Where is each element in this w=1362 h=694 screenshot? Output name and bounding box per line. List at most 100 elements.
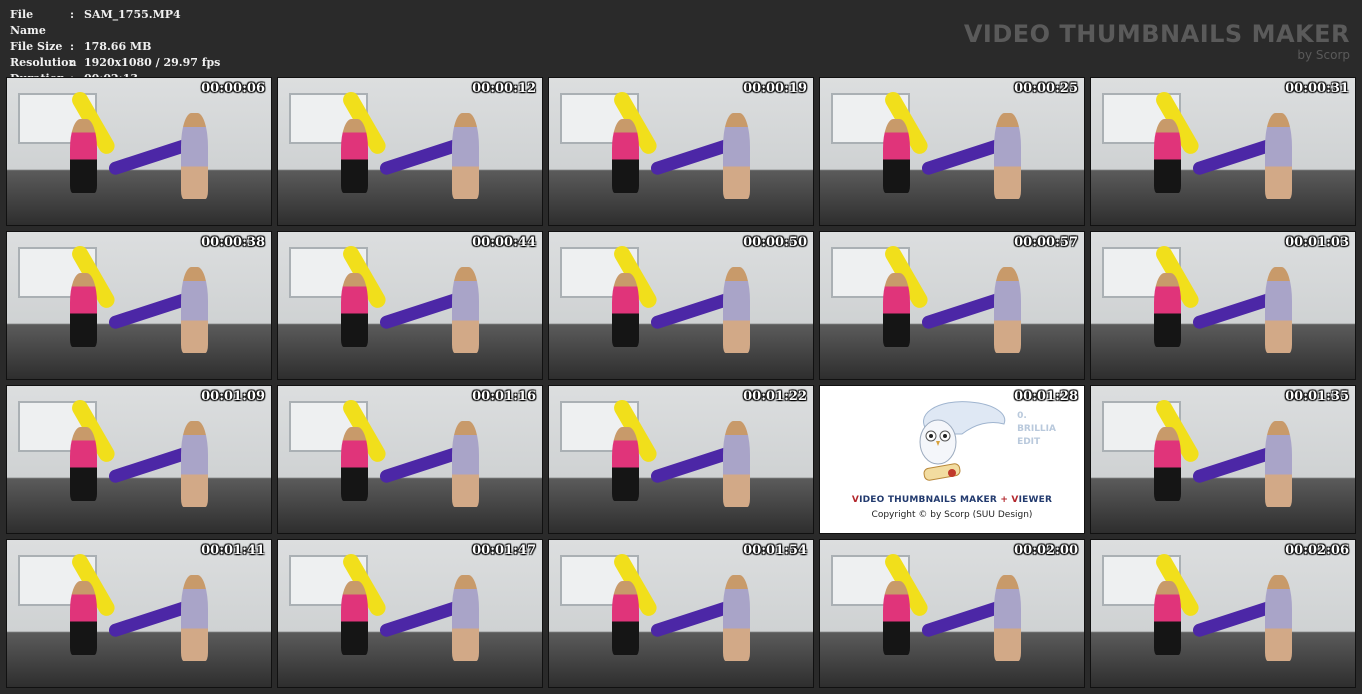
timestamp: 00:01:16 bbox=[472, 389, 536, 404]
file-size-value: 178.66 MB bbox=[84, 40, 152, 53]
person-left bbox=[70, 427, 97, 501]
owl-logo-icon bbox=[919, 401, 1006, 481]
logo-title: VIDEO THUMBNAILS MAKER + VIEWER bbox=[820, 495, 1084, 505]
logo-title-rest2: IEWER bbox=[1018, 495, 1053, 505]
timestamp: 00:02:06 bbox=[1285, 543, 1349, 558]
person-left bbox=[341, 427, 368, 501]
thumbnail[interactable]: 00:02:00 bbox=[819, 539, 1085, 688]
timestamp: 00:00:31 bbox=[1285, 81, 1349, 96]
brand-title: VIDEO THUMBNAILS MAKER bbox=[963, 20, 1350, 48]
thumbnail[interactable]: 00:01:09 bbox=[6, 385, 272, 534]
side-line-1: 0. bbox=[1017, 411, 1027, 421]
person-right bbox=[723, 421, 750, 507]
thumbnail[interactable]: 00:01:47 bbox=[277, 539, 543, 688]
timestamp: 00:01:03 bbox=[1285, 235, 1349, 250]
person-left bbox=[70, 273, 97, 347]
timestamp: 00:01:22 bbox=[743, 389, 807, 404]
person-right bbox=[994, 113, 1021, 199]
timestamp: 00:00:06 bbox=[201, 81, 265, 96]
person-left bbox=[1154, 427, 1181, 501]
person-left bbox=[883, 273, 910, 347]
person-left bbox=[612, 273, 639, 347]
file-size-sep: : bbox=[70, 40, 75, 53]
thumbnail[interactable]: 00:01:41 bbox=[6, 539, 272, 688]
logo-copyright: Copyright © by Scorp (SUU Design) bbox=[871, 510, 1033, 520]
logo-title-v2: V bbox=[1011, 495, 1019, 505]
thumbnail[interactable]: 00:00:06 bbox=[6, 77, 272, 226]
person-right bbox=[181, 113, 208, 199]
resolution-sep: : bbox=[70, 56, 75, 69]
timestamp: 00:01:41 bbox=[201, 543, 265, 558]
brand-subtitle: by Scorp bbox=[1297, 48, 1350, 62]
person-right bbox=[994, 267, 1021, 353]
timestamp: 00:02:00 bbox=[1014, 543, 1078, 558]
person-right bbox=[181, 575, 208, 661]
thumbnail[interactable]: 00:00:25 bbox=[819, 77, 1085, 226]
thumbnail[interactable]: 00:00:12 bbox=[277, 77, 543, 226]
person-right bbox=[452, 267, 479, 353]
file-size-row: File Size : 178.66 MB bbox=[10, 39, 220, 55]
person-right bbox=[1265, 421, 1292, 507]
thumbnail[interactable]: 00:00:19 bbox=[548, 77, 814, 226]
side-line-3: EDIT bbox=[1017, 437, 1041, 447]
thumbnail[interactable]: 00:00:31 bbox=[1090, 77, 1356, 226]
person-left bbox=[1154, 581, 1181, 655]
side-line-2: BRILLIA bbox=[1017, 424, 1056, 434]
thumbnail[interactable]: 00:01:16 bbox=[277, 385, 543, 534]
person-right bbox=[994, 575, 1021, 661]
resolution-label: Resolution bbox=[10, 56, 77, 69]
person-right bbox=[1265, 113, 1292, 199]
person-left bbox=[612, 119, 639, 193]
thumbnail[interactable]: 00:01:03 bbox=[1090, 231, 1356, 380]
logo-title-plus: + bbox=[1000, 495, 1009, 505]
person-right bbox=[452, 113, 479, 199]
thumbnail[interactable]: 00:00:38 bbox=[6, 231, 272, 380]
person-left bbox=[883, 581, 910, 655]
person-right bbox=[723, 575, 750, 661]
person-right bbox=[452, 421, 479, 507]
person-left bbox=[341, 119, 368, 193]
person-left bbox=[612, 581, 639, 655]
timestamp: 00:00:57 bbox=[1014, 235, 1078, 250]
logo-title-rest: IDEO THUMBNAILS MAKER bbox=[859, 495, 997, 505]
person-left bbox=[1154, 273, 1181, 347]
timestamp: 00:01:09 bbox=[201, 389, 265, 404]
person-left bbox=[341, 581, 368, 655]
logo-thumbnail[interactable]: 0. BRILLIA EDIT VIDEO THUMBNAILS MAKER +… bbox=[819, 385, 1085, 534]
file-name-row: File Name : SAM_1755.MP4 bbox=[10, 7, 220, 39]
timestamp: 00:01:47 bbox=[472, 543, 536, 558]
person-left bbox=[70, 119, 97, 193]
person-right bbox=[181, 267, 208, 353]
person-left bbox=[612, 427, 639, 501]
thumbnail[interactable]: 00:01:35 bbox=[1090, 385, 1356, 534]
person-right bbox=[723, 113, 750, 199]
file-info-panel: File Name : SAM_1755.MP4 File Size : 178… bbox=[10, 7, 220, 87]
timestamp: 00:00:12 bbox=[472, 81, 536, 96]
person-right bbox=[1265, 267, 1292, 353]
person-right bbox=[181, 421, 208, 507]
timestamp: 00:00:19 bbox=[743, 81, 807, 96]
file-name-label: File Name bbox=[10, 8, 46, 37]
timestamp: 00:00:50 bbox=[743, 235, 807, 250]
thumbnail[interactable]: 00:00:50 bbox=[548, 231, 814, 380]
file-name-value: SAM_1755.MP4 bbox=[84, 8, 181, 21]
thumbnail[interactable]: 00:00:44 bbox=[277, 231, 543, 380]
brand-watermark: VIDEO THUMBNAILS MAKER by Scorp bbox=[964, 20, 1350, 62]
person-left bbox=[883, 119, 910, 193]
timestamp: 00:01:28 bbox=[1014, 389, 1078, 404]
person-right bbox=[723, 267, 750, 353]
timestamp: 00:00:44 bbox=[472, 235, 536, 250]
thumbnail[interactable]: 00:01:22 bbox=[548, 385, 814, 534]
file-size-label: File Size bbox=[10, 40, 63, 53]
thumbnail[interactable]: 00:00:57 bbox=[819, 231, 1085, 380]
person-left bbox=[70, 581, 97, 655]
file-name-sep: : bbox=[70, 8, 75, 21]
thumbnail[interactable]: 00:02:06 bbox=[1090, 539, 1356, 688]
person-right bbox=[1265, 575, 1292, 661]
thumbnail[interactable]: 00:01:54 bbox=[548, 539, 814, 688]
person-right bbox=[452, 575, 479, 661]
logo-side-text: 0. BRILLIA EDIT bbox=[1017, 410, 1056, 449]
logo-title-v: V bbox=[851, 495, 860, 505]
timestamp: 00:00:25 bbox=[1014, 81, 1078, 96]
timestamp: 00:00:38 bbox=[201, 235, 265, 250]
